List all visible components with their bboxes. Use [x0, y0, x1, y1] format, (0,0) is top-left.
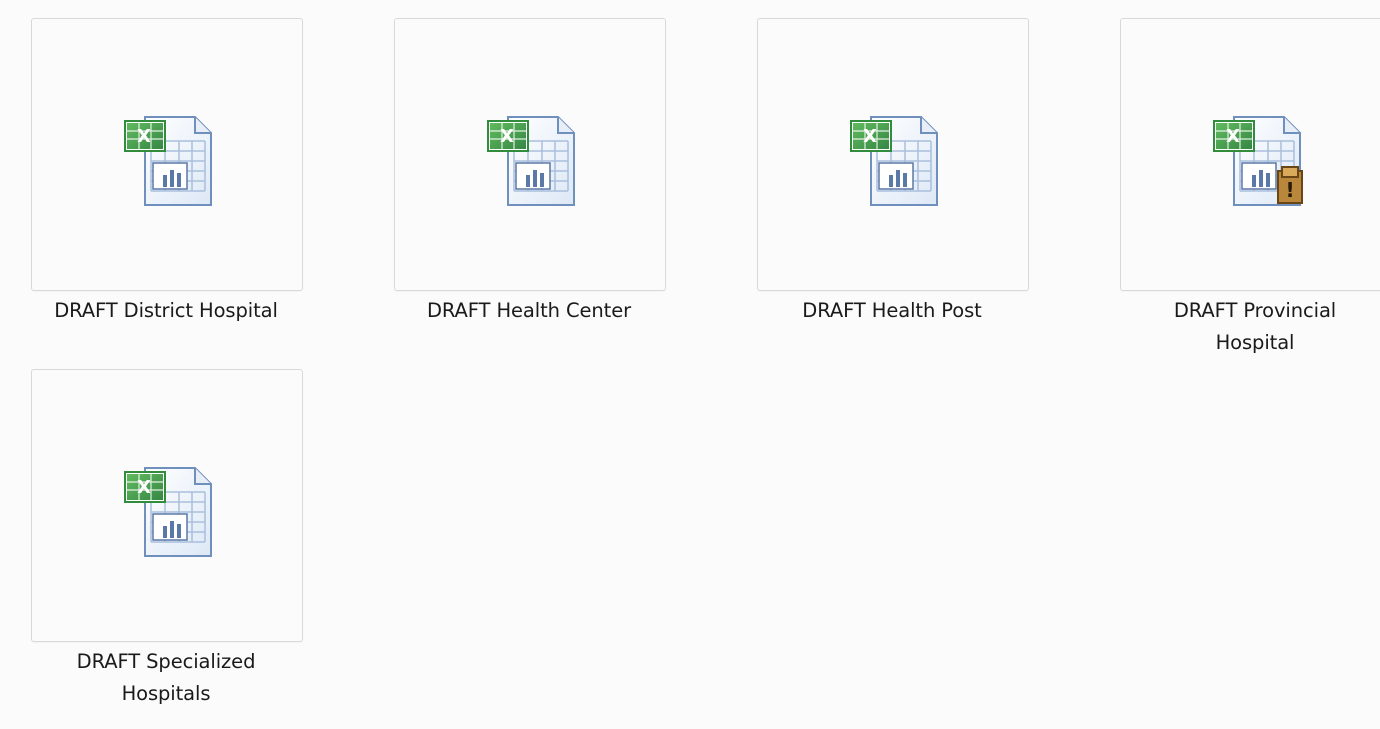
file-thumbnail[interactable] — [757, 18, 1029, 291]
file-name[interactable]: DRAFT Specialized Hospitals — [16, 646, 316, 710]
excel-warning-icon: ! — [1206, 107, 1303, 207]
file-name[interactable]: DRAFT Health Post — [742, 295, 1042, 327]
file-name[interactable]: DRAFT Provincial Hospital — [1105, 295, 1380, 359]
file-name[interactable]: DRAFT Health Center — [379, 295, 679, 327]
file-thumbnail[interactable] — [31, 369, 303, 642]
excel-chart-icon — [843, 107, 943, 207]
file-grid: DRAFT District Hospital DRAFT Health Cen… — [0, 0, 1380, 729]
file-name[interactable]: DRAFT District Hospital — [16, 295, 316, 327]
excel-chart-icon — [117, 107, 217, 207]
excel-chart-icon — [480, 107, 580, 207]
file-thumbnail[interactable] — [394, 18, 666, 291]
excel-workbook-icon — [117, 458, 217, 558]
file-thumbnail[interactable] — [31, 18, 303, 291]
svg-text:!: ! — [1285, 178, 1294, 202]
file-thumbnail[interactable]: ! — [1120, 18, 1380, 291]
